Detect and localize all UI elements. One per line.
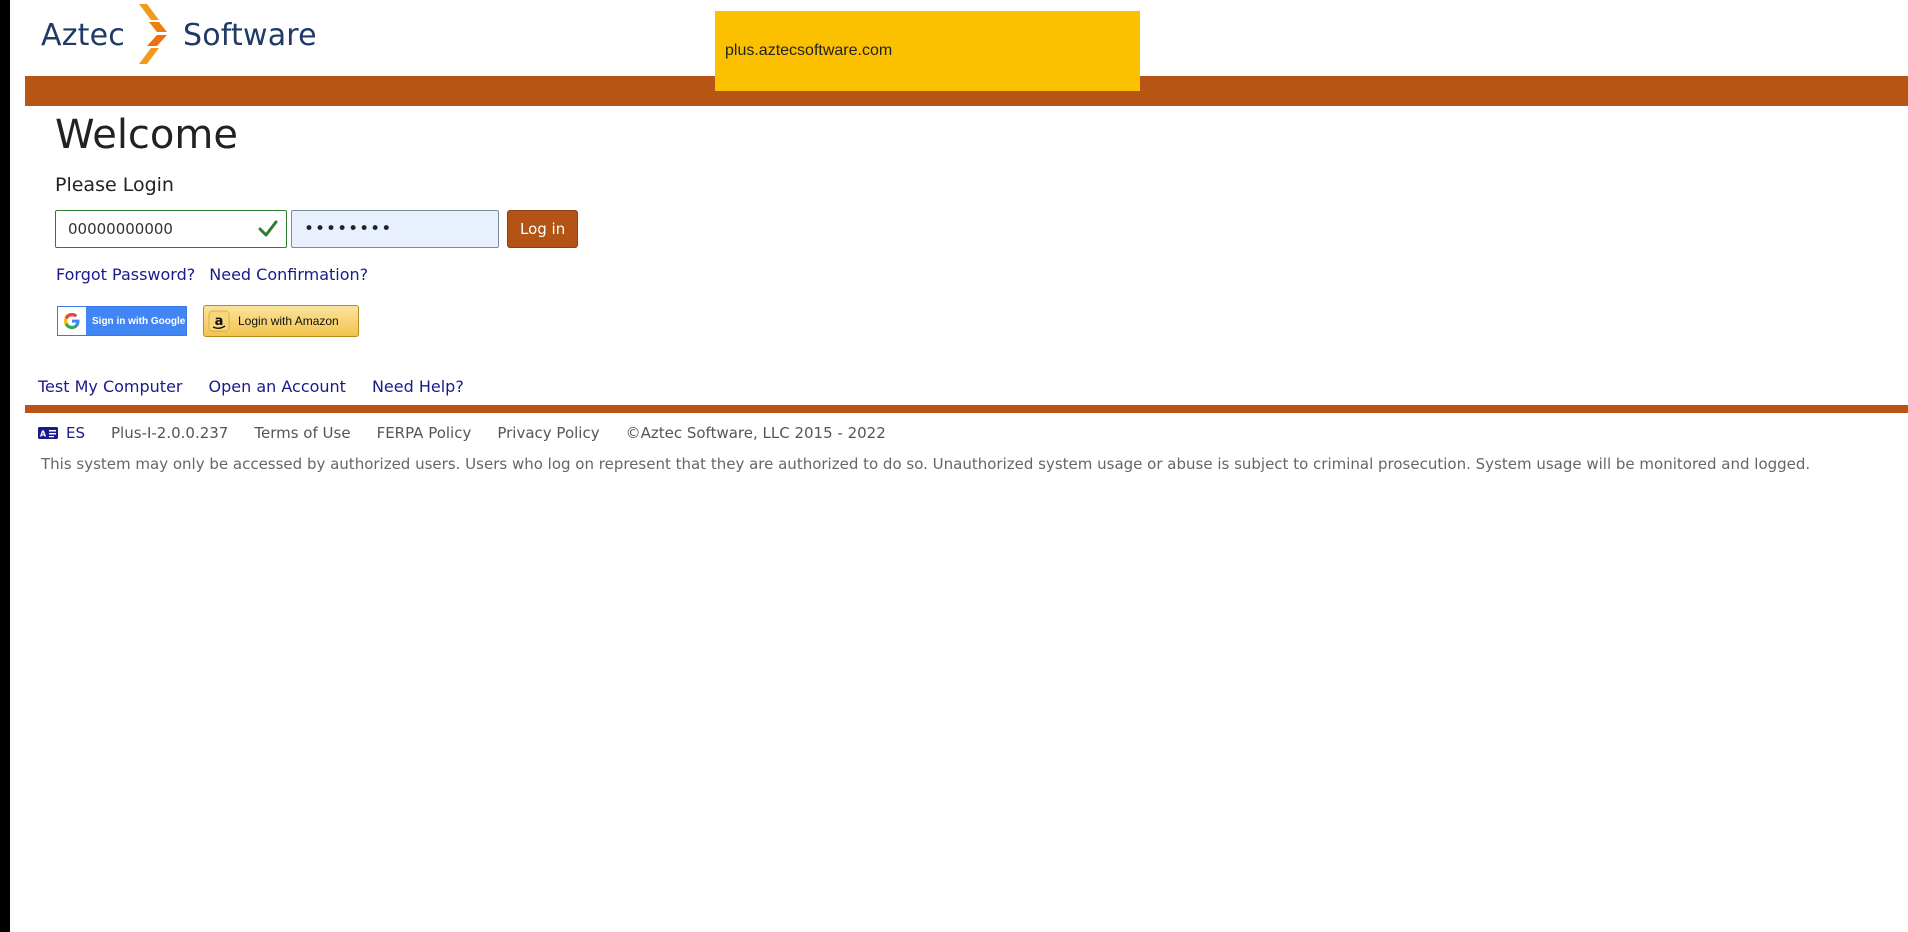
login-form: Log in (55, 210, 579, 248)
svg-text:a: a (215, 314, 224, 329)
username-input[interactable] (56, 211, 286, 247)
password-field-wrapper (291, 210, 499, 248)
version-label: Plus-I-2.0.0.237 (111, 424, 229, 442)
bottom-accent-bar (25, 405, 1908, 413)
ferpa-policy-link[interactable]: FERPA Policy (377, 424, 472, 442)
url-banner: plus.aztecsoftware.com (715, 11, 1140, 91)
account-help-links: Forgot Password? Need Confirmation? (56, 265, 368, 284)
footer-nav: Test My Computer Open an Account Need He… (38, 377, 464, 396)
terms-of-use-link[interactable]: Terms of Use (254, 424, 350, 442)
privacy-policy-link[interactable]: Privacy Policy (497, 424, 599, 442)
legal-links: A ES Plus-I-2.0.0.237 Terms of Use FERPA… (38, 424, 886, 442)
amazon-login-button[interactable]: a Login with Amazon (203, 305, 359, 337)
copyright-notice: ©Aztec Software, LLC 2015 - 2022 (625, 424, 886, 442)
need-confirmation-link[interactable]: Need Confirmation? (209, 265, 368, 284)
open-account-link[interactable]: Open an Account (209, 377, 346, 396)
language-label: ES (66, 424, 85, 442)
forgot-password-link[interactable]: Forgot Password? (56, 265, 195, 284)
aztec-chevron-icon (138, 4, 167, 64)
language-switch[interactable]: A ES (38, 424, 85, 442)
login-subtitle: Please Login (55, 174, 174, 196)
password-input[interactable] (292, 211, 498, 247)
checkmark-icon (258, 220, 278, 237)
language-icon: A (38, 427, 58, 439)
social-login: Sign in with Google a Login with Amazon (57, 305, 359, 337)
aztec-logo[interactable]: Aztec Software (41, 2, 317, 68)
test-my-computer-link[interactable]: Test My Computer (38, 377, 183, 396)
google-signin-button[interactable]: Sign in with Google (57, 306, 187, 336)
google-signin-label: Sign in with Google (92, 315, 186, 327)
amazon-login-label: Login with Amazon (238, 314, 339, 328)
window-left-edge (0, 0, 10, 932)
login-button[interactable]: Log in (507, 210, 579, 248)
svg-text:A: A (40, 430, 47, 439)
page-title: Welcome (55, 112, 238, 158)
google-g-icon (58, 307, 86, 335)
amazon-a-icon: a (204, 306, 234, 336)
logo-text-left: Aztec (41, 17, 125, 53)
need-help-link[interactable]: Need Help? (372, 377, 464, 396)
username-field-wrapper (55, 210, 287, 248)
disclaimer-text: This system may only be accessed by auth… (41, 455, 1811, 473)
logo-text-right: Software (182, 17, 317, 53)
